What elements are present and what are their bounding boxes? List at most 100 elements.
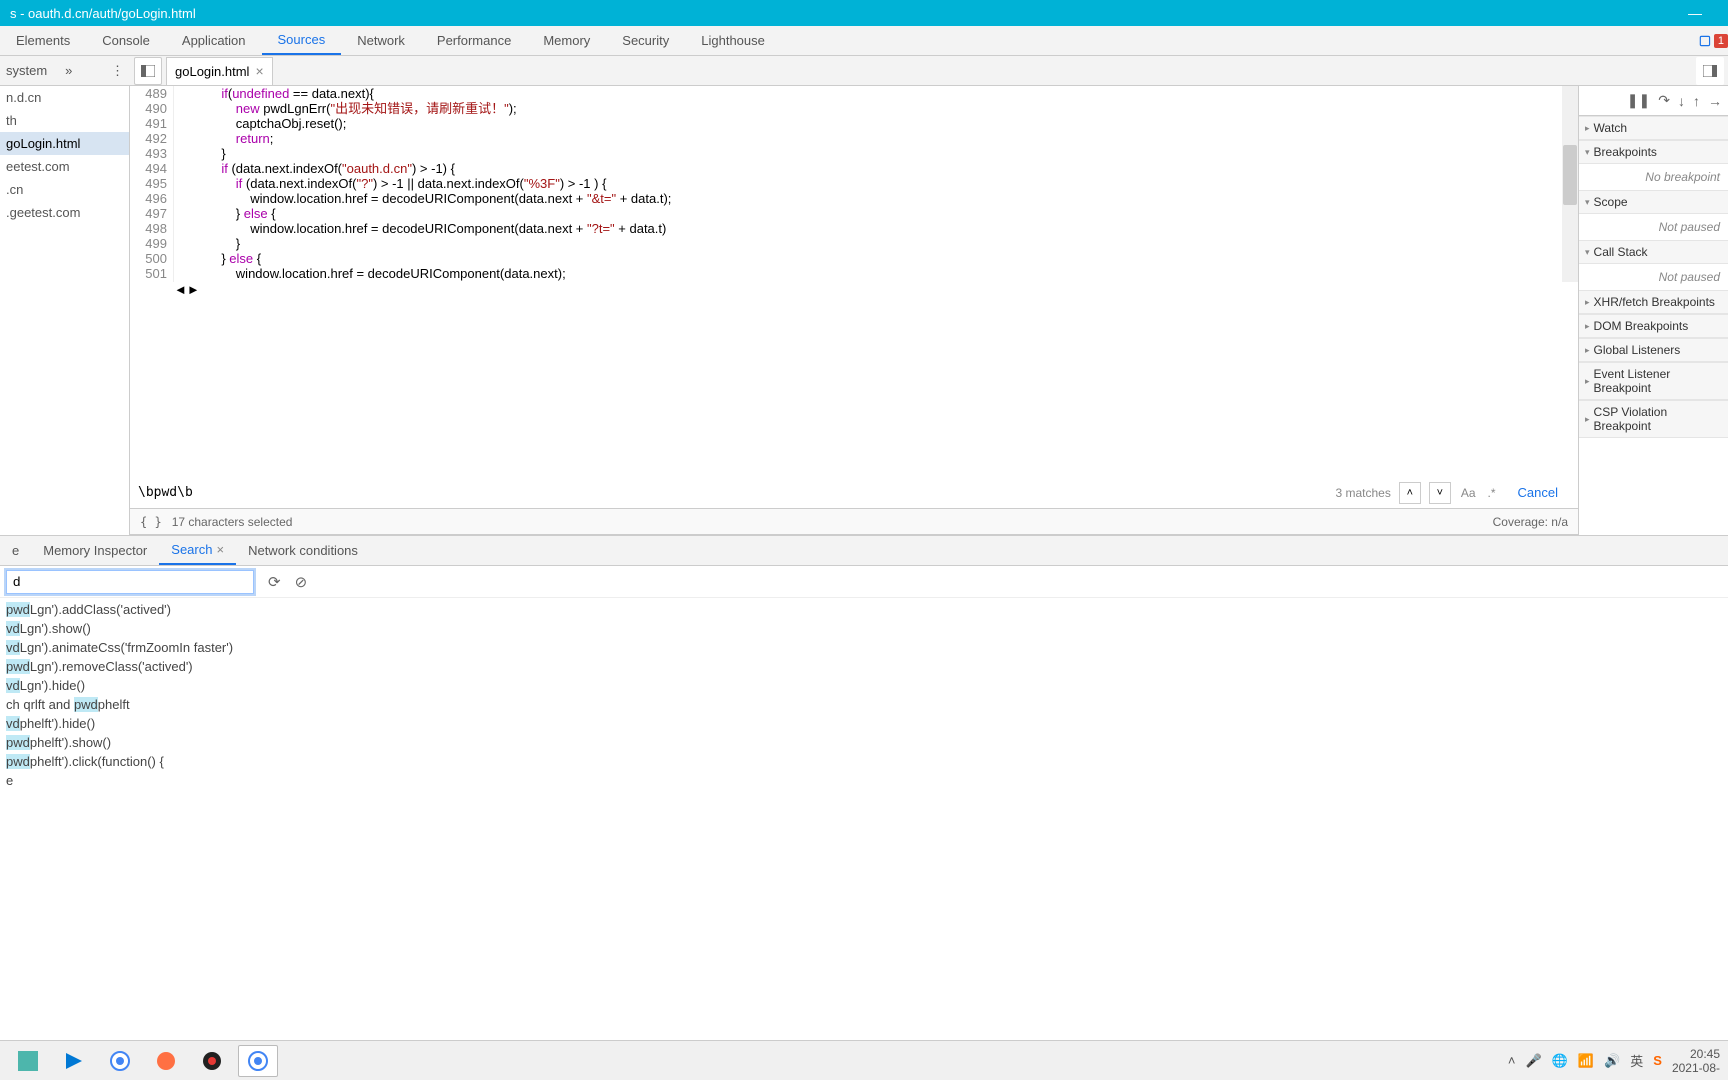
code-editor[interactable]: 4894904914924934944954964974984995005015…: [130, 86, 1578, 282]
filetree-item-selected[interactable]: goLogin.html: [0, 132, 129, 155]
search-next-button[interactable]: ˅: [1429, 482, 1451, 504]
overflow-icon[interactable]: »: [65, 63, 72, 78]
section-dom-breakpoints[interactable]: ▸DOM Breakpoints: [1579, 314, 1728, 338]
scope-body: Not paused: [1579, 214, 1728, 240]
tray-chevron-icon[interactable]: ˄: [1508, 1053, 1516, 1068]
filetree-item[interactable]: eetest.com: [0, 155, 129, 178]
windows-taskbar: ˄ 🎤 🌐 📶 🔊 英 S 20:45 2021-08-: [0, 1040, 1728, 1080]
breakpoints-body: No breakpoint: [1579, 164, 1728, 190]
step-into-icon[interactable]: ↓: [1678, 93, 1685, 109]
debugger-toolbar: ❚❚ ↷ ↓ ↑ →: [1579, 86, 1728, 116]
search-cancel-button[interactable]: Cancel: [1506, 485, 1570, 500]
tab-elements[interactable]: Elements: [0, 26, 86, 55]
tray-globe-icon[interactable]: 🌐: [1552, 1053, 1568, 1069]
tab-application[interactable]: Application: [166, 26, 262, 55]
toggle-navigator-icon[interactable]: [134, 57, 162, 85]
pretty-print-icon[interactable]: { }: [140, 515, 162, 529]
filetree-item[interactable]: .geetest.com: [0, 201, 129, 224]
search-result-row[interactable]: pwdphelft').show(): [6, 733, 1722, 752]
tab-security[interactable]: Security: [606, 26, 685, 55]
search-result-row[interactable]: ch qrlft and pwdphelft: [6, 695, 1722, 714]
search-results-list[interactable]: pwdLgn').addClass('actived')vdLgn').show…: [0, 598, 1728, 798]
issues-count: 1: [1714, 34, 1728, 48]
issues-icon[interactable]: 1: [1698, 26, 1728, 55]
taskbar-app[interactable]: [8, 1045, 48, 1077]
search-result-row[interactable]: pwdLgn').removeClass('actived'): [6, 657, 1722, 676]
filetree-item[interactable]: .cn: [0, 178, 129, 201]
taskbar-app-vscode[interactable]: [54, 1045, 94, 1077]
pause-icon[interactable]: ❚❚: [1627, 92, 1650, 109]
scroll-left-icon[interactable]: ◄: [174, 282, 187, 478]
scroll-right-icon[interactable]: ►: [187, 282, 200, 478]
drawer-search-input[interactable]: [6, 570, 254, 594]
tray-sogou-icon[interactable]: S: [1653, 1053, 1662, 1068]
regex-toggle[interactable]: .*: [1486, 486, 1498, 500]
close-icon[interactable]: ×: [255, 63, 263, 79]
tab-lighthouse[interactable]: Lighthouse: [685, 26, 781, 55]
drawer-tabs: e Memory Inspector Search× Network condi…: [0, 536, 1728, 566]
section-breakpoints[interactable]: ▾Breakpoints: [1579, 140, 1728, 164]
search-result-row[interactable]: pwdLgn').addClass('actived'): [6, 600, 1722, 619]
section-xhr-breakpoints[interactable]: ▸XHR/fetch Breakpoints: [1579, 290, 1728, 314]
search-input[interactable]: [138, 482, 1327, 504]
section-event-listener-breakpoints[interactable]: ▸Event Listener Breakpoint: [1579, 362, 1728, 400]
section-callstack[interactable]: ▾Call Stack: [1579, 240, 1728, 264]
kebab-icon[interactable]: ⋮: [111, 63, 124, 79]
search-result-row[interactable]: e: [6, 771, 1722, 790]
search-result-row[interactable]: pwdphelft').click(function() {: [6, 752, 1722, 771]
taskbar-app-record[interactable]: [192, 1045, 232, 1077]
tray-wifi-icon[interactable]: 📶: [1578, 1053, 1594, 1069]
code-lines[interactable]: if(undefined == data.next){ new pwdLgnEr…: [174, 86, 1562, 282]
search-result-row[interactable]: vdLgn').show(): [6, 619, 1722, 638]
line-gutter: 4894904914924934944954964974984995005015…: [130, 86, 174, 282]
selection-status: 17 characters selected: [172, 515, 293, 529]
devtools-main-tabs: Elements Console Application Sources Net…: [0, 26, 1728, 56]
search-in-file-bar: 3 matches ˄ ˅ Aa .* Cancel: [130, 477, 1578, 509]
coverage-status: Coverage: n/a: [1493, 515, 1568, 529]
taskbar-clock[interactable]: 20:45 2021-08-: [1672, 1047, 1720, 1075]
section-global-listeners[interactable]: ▸Global Listeners: [1579, 338, 1728, 362]
search-result-row[interactable]: vdLgn').animateCss('frmZoomIn faster'): [6, 638, 1722, 657]
step-over-icon[interactable]: ↷: [1658, 92, 1670, 109]
file-tab-golLogin[interactable]: goLogin.html ×: [166, 57, 273, 85]
tray-mic-icon[interactable]: 🎤: [1526, 1053, 1542, 1069]
taskbar-app[interactable]: [146, 1045, 186, 1077]
tab-memory[interactable]: Memory: [527, 26, 606, 55]
toggle-debugger-icon[interactable]: [1696, 57, 1724, 85]
search-prev-button[interactable]: ˄: [1399, 482, 1421, 504]
system-tray[interactable]: ˄ 🎤 🌐 📶 🔊 英 S 20:45 2021-08-: [1508, 1047, 1720, 1075]
close-icon[interactable]: ×: [216, 542, 224, 557]
search-result-row[interactable]: vdphelft').hide(): [6, 714, 1722, 733]
taskbar-app-chrome[interactable]: [100, 1045, 140, 1077]
file-tab-row: system » ⋮ goLogin.html ×: [0, 56, 1728, 86]
drawer-tab-search[interactable]: Search×: [159, 536, 236, 565]
tab-console[interactable]: Console: [86, 26, 166, 55]
section-scope[interactable]: ▾Scope: [1579, 190, 1728, 214]
tab-network[interactable]: Network: [341, 26, 421, 55]
match-case-toggle[interactable]: Aa: [1459, 486, 1478, 500]
taskbar-app-chrome-active[interactable]: [238, 1045, 278, 1077]
editor-status-bar: { } 17 characters selected Coverage: n/a: [130, 509, 1578, 535]
filetree-item[interactable]: th: [0, 109, 129, 132]
tray-ime-icon[interactable]: 英: [1630, 1051, 1643, 1070]
file-tab-label: goLogin.html: [175, 64, 249, 79]
tray-volume-icon[interactable]: 🔊: [1604, 1053, 1620, 1069]
drawer-tab-0[interactable]: e: [0, 536, 31, 565]
search-result-row[interactable]: vdLgn').hide(): [6, 676, 1722, 695]
section-csp-breakpoints[interactable]: ▸CSP Violation Breakpoint: [1579, 400, 1728, 438]
callstack-body: Not paused: [1579, 264, 1728, 290]
filetree-item[interactable]: n.d.cn: [0, 86, 129, 109]
file-navigator[interactable]: n.d.cn th goLogin.html eetest.com .cn .g…: [0, 86, 130, 535]
step-out-icon[interactable]: ↑: [1693, 93, 1700, 109]
window-minimize-button[interactable]: —: [1672, 5, 1718, 21]
drawer-tab-memory-inspector[interactable]: Memory Inspector: [31, 536, 159, 565]
vertical-scrollbar[interactable]: [1562, 86, 1578, 282]
step-icon[interactable]: →: [1708, 93, 1722, 109]
drawer-tab-network-conditions[interactable]: Network conditions: [236, 536, 370, 565]
clear-icon[interactable]: ⊘: [295, 573, 308, 591]
tab-performance[interactable]: Performance: [421, 26, 527, 55]
refresh-icon[interactable]: ⟳: [268, 573, 281, 591]
section-watch[interactable]: ▸Watch: [1579, 116, 1728, 140]
tab-sources[interactable]: Sources: [262, 26, 342, 55]
search-match-count: 3 matches: [1335, 486, 1390, 500]
